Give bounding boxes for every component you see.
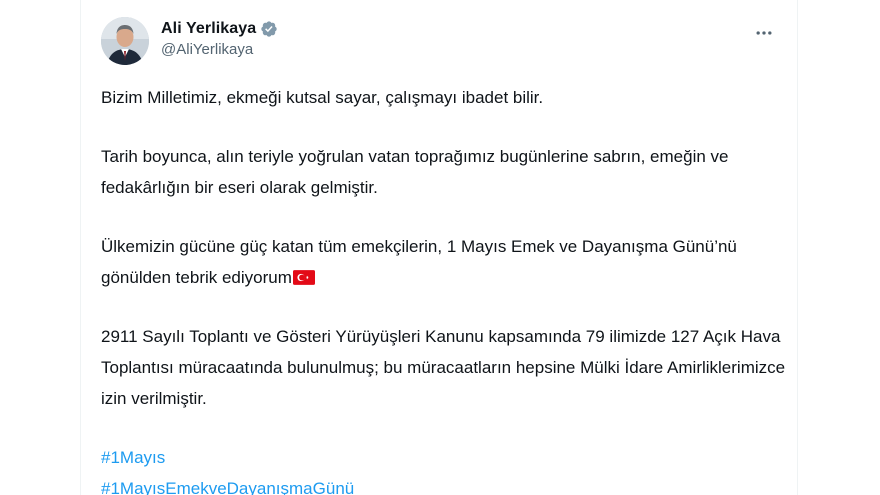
hashtag-list: #1Mayıs #1MayısEmekveDayanışmaGünü: [101, 442, 791, 495]
tweet-card: Ali Yerlikaya @AliYerlikaya Bizim Millet…: [80, 0, 798, 495]
author-handle[interactable]: @AliYerlikaya: [161, 41, 278, 58]
tweet-paragraph: 2911 Sayılı Toplantı ve Gösteri Yürüyüşl…: [101, 327, 786, 408]
more-horizontal-icon: [756, 31, 772, 35]
tweet-header: Ali Yerlikaya @AliYerlikaya: [101, 12, 781, 68]
hashtag-link[interactable]: #1Mayıs: [101, 442, 791, 473]
tweet-paragraph: Bizim Milletimiz, ekmeği kutsal sayar, ç…: [101, 88, 544, 107]
verified-badge-icon: [261, 21, 277, 37]
tweet-paragraph: Tarih boyunca, alın teriyle yoğrulan vat…: [101, 147, 729, 197]
display-name-row: Ali Yerlikaya: [161, 18, 278, 40]
screenshot-frame: Ali Yerlikaya @AliYerlikaya Bizim Millet…: [0, 0, 880, 495]
person-avatar-icon: [101, 17, 149, 65]
hashtag-link[interactable]: #1MayısEmekveDayanışmaGünü: [101, 473, 791, 495]
tweet-paragraph-with-flag: Ülkemizin gücüne güç katan tüm emekçiler…: [101, 231, 791, 293]
turkish-flag-icon: [292, 270, 315, 285]
tweet-paragraph: Ülkemizin gücüne güç katan tüm emekçiler…: [101, 237, 737, 287]
author-display-name[interactable]: Ali Yerlikaya: [161, 20, 256, 38]
more-options-button[interactable]: [747, 16, 781, 50]
author-info: Ali Yerlikaya @AliYerlikaya: [161, 18, 278, 58]
author-avatar[interactable]: [101, 17, 149, 65]
tweet-text: Bizim Milletimiz, ekmeği kutsal sayar, ç…: [101, 82, 791, 495]
